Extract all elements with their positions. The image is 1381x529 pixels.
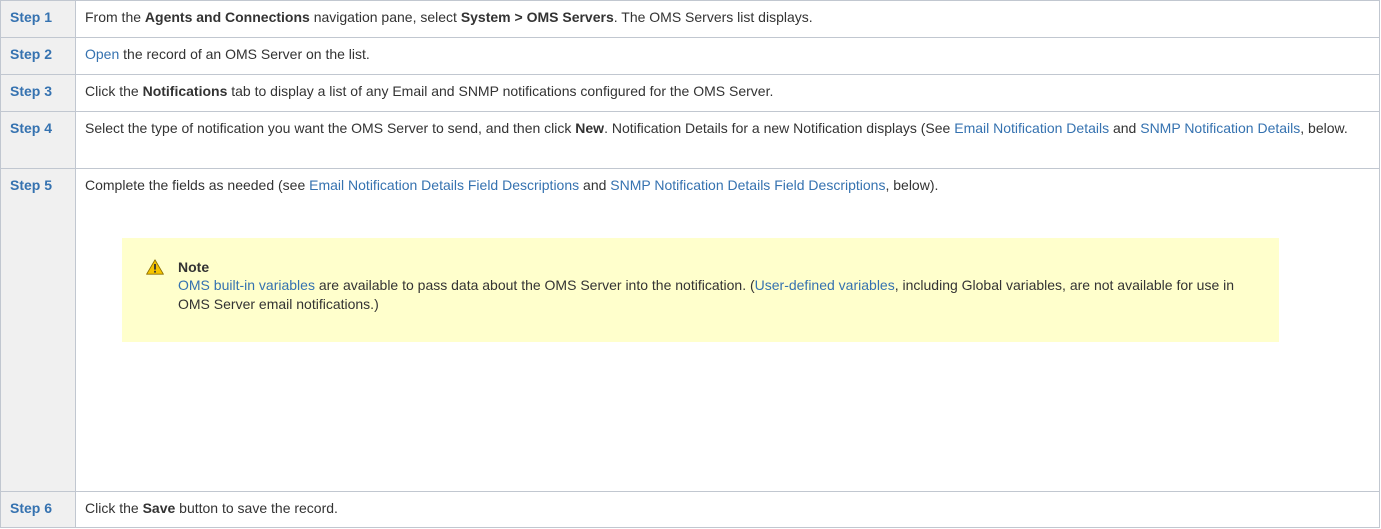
step-text: and bbox=[579, 177, 611, 193]
step-text: the record of an OMS Server on the list. bbox=[119, 46, 370, 62]
table-row: Step 3 Click the Notifications tab to di… bbox=[0, 74, 1380, 112]
new-button-name: New bbox=[575, 120, 605, 136]
table-row: Step 6 Click the Save button to save the… bbox=[0, 491, 1380, 528]
step-text: , below. bbox=[1300, 120, 1348, 136]
nav-pane-name: Agents and Connections bbox=[144, 9, 310, 25]
step-text: navigation pane, select bbox=[309, 9, 461, 25]
notifications-tab-name: Notifications bbox=[142, 83, 228, 99]
step-description: From the Agents and Connections navigati… bbox=[75, 0, 1380, 38]
table-row: Step 1 From the Agents and Connections n… bbox=[0, 0, 1380, 38]
note-title: Note bbox=[178, 259, 210, 275]
snmp-field-descriptions-link[interactable]: SNMP Notification Details Field Descript… bbox=[610, 177, 885, 193]
step-text: . Notification Details for a new Notific… bbox=[604, 120, 955, 136]
open-record-link[interactable]: Open bbox=[85, 46, 119, 62]
step-text: and bbox=[1109, 120, 1141, 136]
oms-built-in-variables-link[interactable]: OMS built-in variables bbox=[178, 277, 315, 293]
steps-table: Step 1 From the Agents and Connections n… bbox=[0, 0, 1380, 528]
step-description: Click the Save button to save the record… bbox=[75, 491, 1380, 528]
user-defined-variables-link[interactable]: User-defined variables bbox=[755, 277, 895, 293]
step-text: tab to display a list of any Email and S… bbox=[227, 83, 774, 99]
step-text-block: Complete the fields as needed (see Email… bbox=[85, 176, 1370, 195]
email-notification-details-link[interactable]: Email Notification Details bbox=[954, 120, 1109, 136]
step-label: Step 2 bbox=[0, 37, 76, 75]
note-panel: Note OMS built-in variables are availabl… bbox=[122, 238, 1279, 342]
step-text: Select the type of notification you want… bbox=[85, 120, 576, 136]
step-label: Step 5 bbox=[0, 168, 76, 492]
note-text: OMS built-in variables are available to … bbox=[178, 276, 1258, 314]
step-description: Select the type of notification you want… bbox=[75, 111, 1380, 169]
save-button-name: Save bbox=[142, 500, 176, 516]
step-description: Complete the fields as needed (see Email… bbox=[75, 168, 1380, 492]
table-row: Step 4 Select the type of notification y… bbox=[0, 111, 1380, 169]
table-row: Step 2 Open the record of an OMS Server … bbox=[0, 37, 1380, 75]
email-field-descriptions-link[interactable]: Email Notification Details Field Descrip… bbox=[309, 177, 579, 193]
step-text: Click the bbox=[85, 500, 143, 516]
snmp-notification-details-link[interactable]: SNMP Notification Details bbox=[1140, 120, 1300, 136]
step-label: Step 3 bbox=[0, 74, 76, 112]
step-label: Step 4 bbox=[0, 111, 76, 169]
step-text: From the bbox=[85, 9, 145, 25]
step-text: Click the bbox=[85, 83, 143, 99]
step-text: Complete the fields as needed (see bbox=[85, 177, 310, 193]
table-row: Step 5 Complete the fields as needed (se… bbox=[0, 168, 1380, 492]
warning-icon bbox=[146, 259, 164, 275]
step-description: Open the record of an OMS Server on the … bbox=[75, 37, 1380, 75]
note-text-segment: are available to pass data about the OMS… bbox=[314, 277, 755, 293]
menu-path: System > OMS Servers bbox=[460, 9, 614, 25]
step-description: Click the Notifications tab to display a… bbox=[75, 74, 1380, 112]
step-label: Step 1 bbox=[0, 0, 76, 38]
step-text: . The OMS Servers list displays. bbox=[613, 9, 813, 25]
step-text: button to save the record. bbox=[175, 500, 338, 516]
step-text: , below). bbox=[885, 177, 939, 193]
step-label: Step 6 bbox=[0, 491, 76, 528]
